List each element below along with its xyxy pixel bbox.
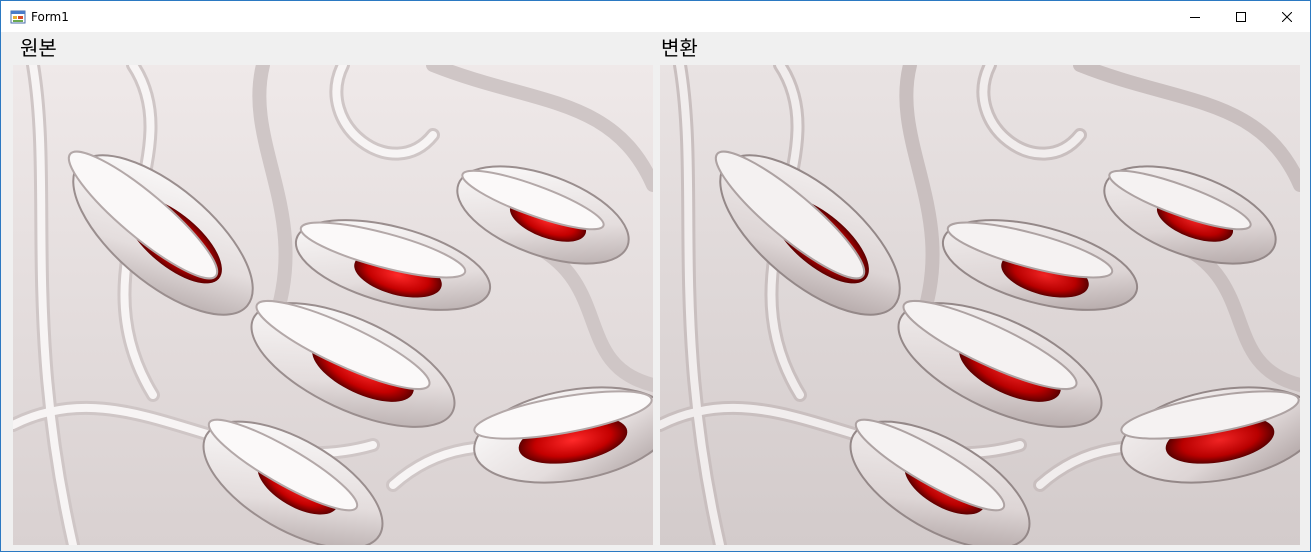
converted-label: 변환	[661, 36, 698, 60]
app-icon[interactable]	[10, 9, 26, 25]
close-icon	[1281, 7, 1293, 26]
minimize-button[interactable]	[1172, 1, 1218, 32]
app-window: Form1 원본 변환	[0, 0, 1311, 552]
original-label: 원본	[20, 36, 57, 60]
original-image	[13, 65, 653, 545]
maximize-icon	[1236, 7, 1246, 26]
converted-image	[660, 65, 1300, 545]
form-client-area: 원본 변환	[1, 32, 1310, 551]
window-title: Form1	[31, 10, 69, 24]
original-picturebox	[13, 65, 653, 545]
title-bar[interactable]: Form1	[1, 1, 1310, 32]
converted-picturebox	[660, 65, 1300, 545]
maximize-button[interactable]	[1218, 1, 1264, 32]
minimize-icon	[1190, 7, 1200, 26]
close-button[interactable]	[1264, 1, 1310, 32]
